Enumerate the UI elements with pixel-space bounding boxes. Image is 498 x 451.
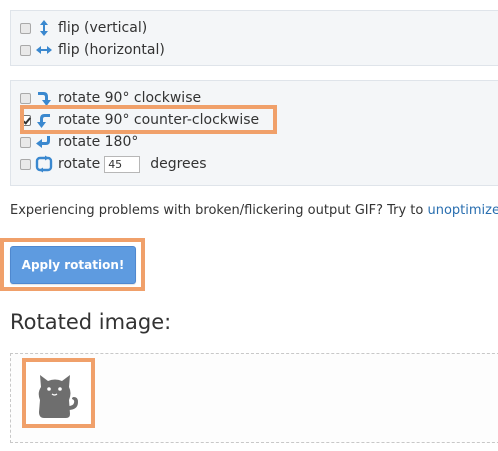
arrows-horizontal-icon xyxy=(36,46,52,54)
rotate-180-option[interactable]: rotate 180° xyxy=(20,133,138,151)
rotate-cw-checkbox[interactable] xyxy=(20,92,31,104)
rotate-degrees-input[interactable] xyxy=(104,155,141,173)
flip-horizontal-label: flip (horizontal) xyxy=(58,42,165,58)
rotate-ccw-label: rotate 90° counter-clockwise xyxy=(58,112,260,128)
rotated-image xyxy=(26,362,90,424)
rotate-counter-clockwise-icon xyxy=(37,114,50,128)
rotate-clockwise-icon xyxy=(38,92,51,106)
rotate-cw-option[interactable]: rotate 90° clockwise xyxy=(20,89,201,107)
rotate-cw-label: rotate 90° clockwise xyxy=(58,90,202,106)
flip-vertical-label: flip (vertical) xyxy=(58,20,148,36)
rotate-custom-icon xyxy=(35,155,53,173)
arrows-vertical-icon xyxy=(40,20,48,36)
rotate-custom-label: rotate xyxy=(58,156,101,172)
unoptimize-link[interactable]: unoptimize xyxy=(428,203,498,218)
unoptimize-notice: Experiencing problems with broken/flicke… xyxy=(10,203,498,218)
rotate-180-label: rotate 180° xyxy=(58,134,139,150)
flip-horizontal-option[interactable]: flip (horizontal) xyxy=(20,41,165,59)
apply-rotation-button[interactable]: Apply rotation! xyxy=(10,246,136,284)
notice-text: Experiencing problems with broken/flicke… xyxy=(10,203,428,218)
rotate-ccw-checkbox[interactable] xyxy=(20,114,31,126)
rotate-ccw-option[interactable]: rotate 90° counter-clockwise xyxy=(20,111,259,129)
flip-horizontal-checkbox[interactable] xyxy=(20,44,31,56)
cat-icon xyxy=(38,375,78,418)
flip-vertical-option[interactable]: flip (vertical) xyxy=(20,19,147,37)
rotate-180-icon xyxy=(36,136,50,148)
rotate-custom-option[interactable]: rotate degrees xyxy=(20,155,207,173)
result-title: Rotated image: xyxy=(10,310,172,334)
flip-vertical-checkbox[interactable] xyxy=(20,22,31,34)
rotate-degrees-unit: degrees xyxy=(150,156,207,172)
rotate-custom-checkbox[interactable] xyxy=(20,158,31,170)
rotate-180-checkbox[interactable] xyxy=(20,136,31,148)
